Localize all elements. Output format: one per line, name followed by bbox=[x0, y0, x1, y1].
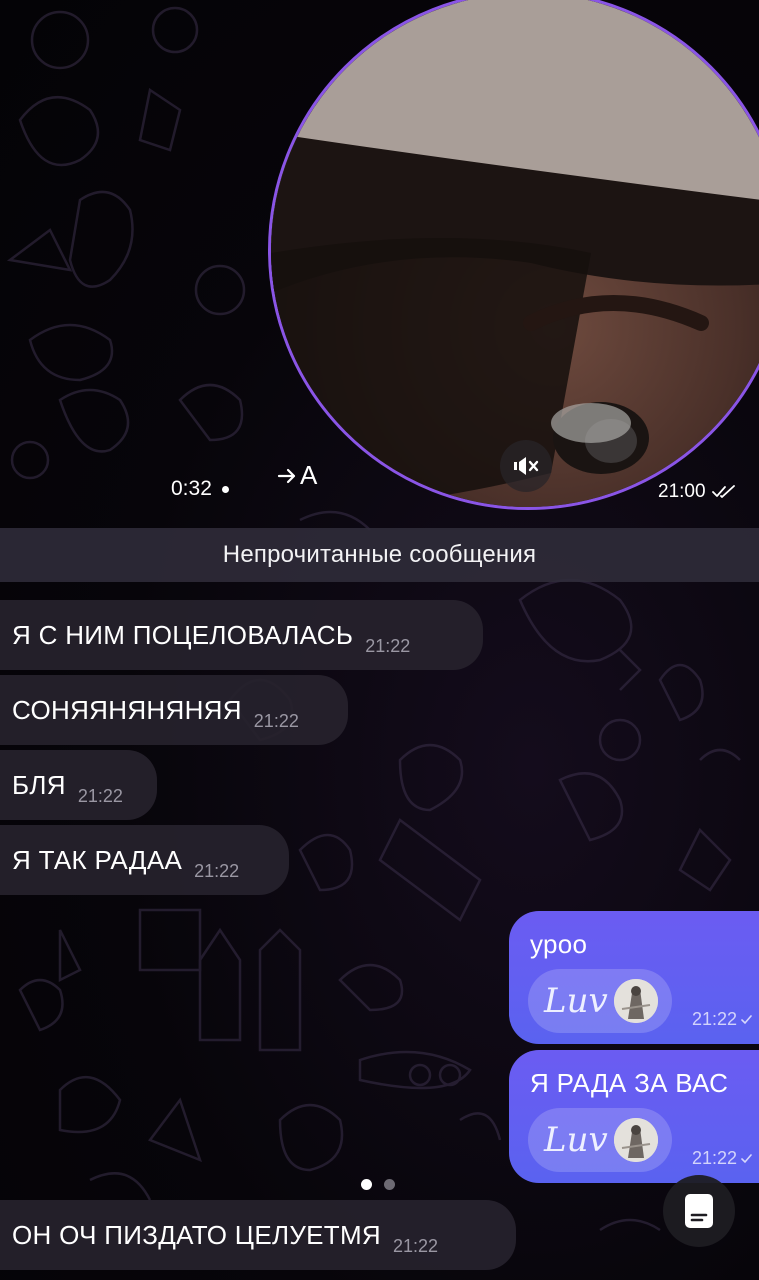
message-text: ОН ОЧ ПИЗДАТО ЦЕЛУЕТМЯ bbox=[12, 1219, 382, 1250]
message-timestamp: 21:22 bbox=[692, 1148, 755, 1169]
avatar bbox=[613, 979, 658, 1023]
avatar bbox=[613, 1118, 658, 1162]
video-duration: 0:32 bbox=[171, 477, 229, 501]
message-text: Я РАДА ЗА ВАС bbox=[530, 1068, 729, 1098]
message-time: 21:22 bbox=[393, 1235, 439, 1256]
reaction-emoji: Luv bbox=[544, 981, 608, 1021]
message-text: Я ТАК РАДАА bbox=[12, 844, 183, 875]
unviewed-dot bbox=[221, 485, 229, 493]
double-check-icon bbox=[741, 1014, 752, 1024]
message-time: 21:22 bbox=[691, 1009, 737, 1029]
message-text: Я С НИМ ПОЦЕЛОВАЛАСЬ bbox=[12, 619, 354, 650]
message-time: 21:22 bbox=[194, 860, 240, 881]
avatar-image bbox=[613, 979, 658, 1023]
message-text: уроо bbox=[530, 929, 588, 959]
message-time: 21:22 bbox=[253, 710, 299, 731]
incoming-message[interactable]: СОНЯЯНЯНЯНЯЯ 21:22 bbox=[0, 675, 348, 745]
reaction-chip[interactable]: Luv bbox=[528, 969, 672, 1033]
arrow-right-icon bbox=[277, 468, 296, 483]
avatar-image bbox=[613, 1118, 658, 1162]
outgoing-message[interactable]: уроо Luv 21:22 bbox=[509, 911, 759, 1044]
incoming-message[interactable]: ОН ОЧ ПИЗДАТО ЦЕЛУЕТМЯ 21:22 bbox=[0, 1200, 516, 1270]
message-time: 21:22 bbox=[77, 785, 123, 806]
document-icon bbox=[685, 1194, 713, 1228]
incoming-message[interactable]: Я С НИМ ПОЦЕЛОВАЛАСЬ 21:22 bbox=[0, 600, 483, 670]
video-time-text: 21:00 bbox=[658, 481, 706, 502]
message-text: БЛЯ bbox=[12, 769, 66, 800]
message-timestamp: 21:22 bbox=[692, 1009, 755, 1030]
incoming-message[interactable]: Я ТАК РАДАА 21:22 bbox=[0, 825, 289, 895]
double-check-icon bbox=[741, 1153, 752, 1163]
reaction-chip[interactable]: Luv bbox=[528, 1108, 672, 1172]
video-frame bbox=[271, 0, 759, 507]
unread-messages-divider: Непрочитанные сообщения bbox=[0, 528, 759, 582]
outgoing-message[interactable]: Я РАДА ЗА ВАС Luv 21:22 bbox=[509, 1050, 759, 1183]
document-button[interactable] bbox=[663, 1175, 735, 1247]
incoming-message[interactable]: БЛЯ 21:22 bbox=[0, 750, 157, 820]
pager-dots bbox=[361, 1179, 395, 1190]
transcribe-button[interactable]: A bbox=[277, 460, 317, 491]
message-text: СОНЯЯНЯНЯНЯЯ bbox=[12, 694, 242, 725]
chat-screen: 0:32 A 21:00 Непрочитанные сообщения Я С… bbox=[0, 0, 759, 1280]
double-check-icon bbox=[711, 485, 735, 498]
mute-toggle-button[interactable] bbox=[500, 440, 552, 492]
pager-dot-active[interactable] bbox=[361, 1179, 372, 1190]
reaction-emoji: Luv bbox=[544, 1120, 608, 1160]
pager-dot[interactable] bbox=[384, 1179, 395, 1190]
speaker-muted-icon bbox=[514, 457, 539, 475]
transcribe-label: A bbox=[300, 460, 318, 490]
video-timestamp: 21:00 bbox=[658, 481, 736, 503]
video-duration-text: 0:32 bbox=[171, 477, 212, 500]
message-time: 21:22 bbox=[365, 635, 411, 656]
message-time: 21:22 bbox=[691, 1148, 737, 1168]
unread-divider-label: Непрочитанные сообщения bbox=[222, 541, 537, 568]
